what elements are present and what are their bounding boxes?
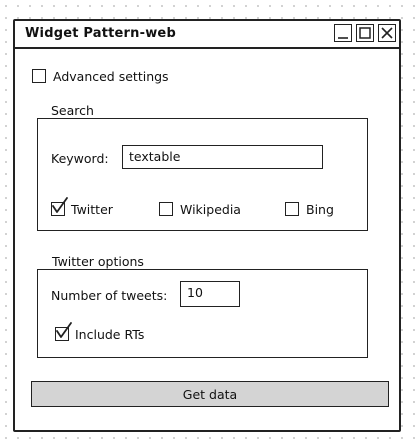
- get-data-label: Get data: [182, 386, 238, 402]
- number-of-tweets-input[interactable]: 10: [180, 281, 240, 307]
- keyword-label: Keyword:: [51, 151, 109, 166]
- keyword-input[interactable]: textable: [122, 145, 323, 169]
- bing-checkbox[interactable]: [285, 202, 299, 216]
- bing-label: Bing: [306, 202, 334, 217]
- twitter-label: Twitter: [71, 202, 113, 217]
- title-bar[interactable]: Widget Pattern-web: [15, 21, 399, 49]
- search-group: Keyword: textable Twitter Wikipedia Bing: [37, 118, 368, 231]
- close-button[interactable]: [378, 24, 396, 42]
- minimize-button[interactable]: [334, 24, 352, 42]
- maximize-button[interactable]: [356, 24, 374, 42]
- twitter-checkbox[interactable]: [51, 197, 68, 216]
- twitter-options-group-label: Twitter options: [52, 254, 144, 269]
- app-window: Widget Pattern-web Advanced settings Sea…: [13, 19, 401, 432]
- maximize-icon: [359, 27, 371, 39]
- search-group-label: Search: [51, 103, 94, 118]
- minimize-icon: [338, 37, 348, 39]
- close-icon: [381, 27, 393, 39]
- wikipedia-label: Wikipedia: [180, 202, 241, 217]
- advanced-settings-checkbox[interactable]: [32, 69, 46, 83]
- twitter-options-group: Number of tweets: 10 Include RTs: [37, 269, 368, 358]
- number-of-tweets-label: Number of tweets:: [51, 288, 168, 303]
- checkmark-icon: [52, 197, 68, 213]
- get-data-button[interactable]: Get data: [31, 381, 389, 407]
- checkmark-icon: [56, 322, 72, 338]
- include-rts-checkbox[interactable]: [55, 322, 72, 341]
- include-rts-label: Include RTs: [75, 327, 145, 342]
- wikipedia-checkbox[interactable]: [159, 202, 173, 216]
- window-title: Widget Pattern-web: [25, 26, 176, 41]
- advanced-settings-label: Advanced settings: [53, 69, 169, 84]
